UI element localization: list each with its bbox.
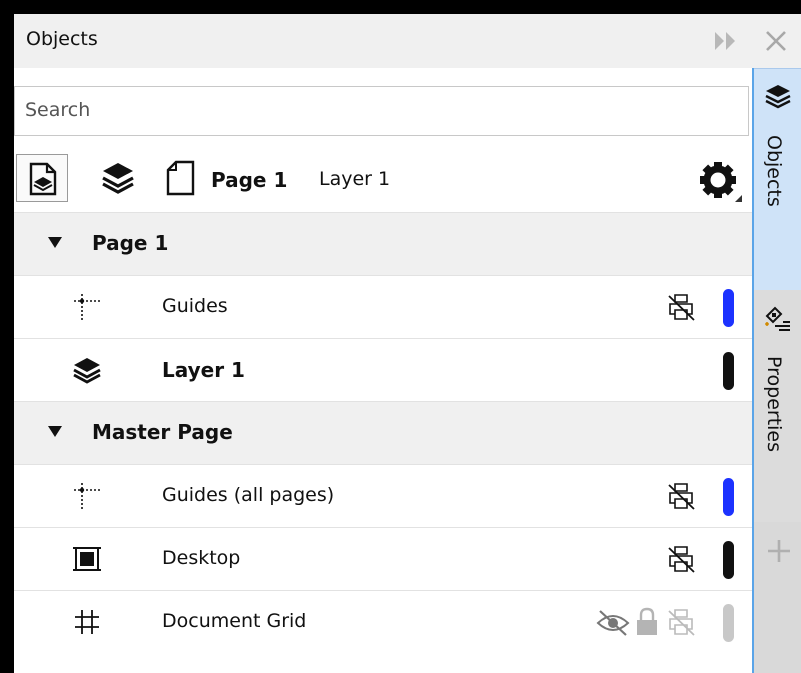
- tree-group-page-1[interactable]: Page 1: [14, 212, 752, 275]
- properties-icon: [765, 306, 790, 331]
- docker-tab-strip: Objects Properties: [752, 68, 801, 673]
- close-icon[interactable]: [761, 26, 791, 56]
- printer-disabled-icon[interactable]: [667, 292, 697, 322]
- page-layers-icon: [29, 162, 57, 196]
- layers-icon: [102, 163, 134, 194]
- search-placeholder: Search: [25, 99, 91, 121]
- grid-icon: [75, 610, 99, 634]
- lock-icon[interactable]: [635, 607, 659, 637]
- tree-group-master-page[interactable]: Master Page: [14, 401, 752, 464]
- current-layer-label: Layer 1: [319, 168, 391, 190]
- tree-item-guides[interactable]: Guides: [14, 275, 752, 338]
- current-page-label: Page 1: [211, 168, 288, 192]
- color-bar: [723, 289, 734, 327]
- eye-hidden-icon[interactable]: [596, 609, 630, 637]
- tab-properties[interactable]: Properties: [754, 290, 801, 522]
- tree-item-document-grid[interactable]: Document Grid: [14, 590, 752, 653]
- layers-view-button[interactable]: [94, 154, 142, 202]
- item-label: Layer 1: [162, 358, 245, 382]
- printer-disabled-icon[interactable]: [667, 607, 697, 637]
- gear-icon[interactable]: [697, 158, 743, 204]
- tab-objects-label: Objects: [763, 135, 785, 207]
- color-bar: [723, 352, 734, 390]
- tree-item-layer-1[interactable]: Layer 1: [14, 338, 752, 401]
- objects-docker: Objects Search Page 1 Layer 1 Page 1 Gui…: [14, 14, 801, 673]
- tree-item-desktop[interactable]: Desktop: [14, 527, 752, 590]
- current-page-view-button[interactable]: [16, 154, 68, 202]
- tab-objects[interactable]: Objects: [754, 68, 801, 290]
- group-label: Page 1: [92, 231, 169, 255]
- plus-icon[interactable]: [766, 538, 792, 564]
- group-label: Master Page: [92, 420, 233, 444]
- item-label: Desktop: [162, 547, 241, 569]
- desktop-icon: [73, 547, 101, 571]
- page-icon: [166, 160, 195, 196]
- color-bar: [723, 604, 734, 642]
- page-view-button[interactable]: [160, 154, 202, 202]
- layers-icon: [73, 358, 101, 384]
- search-input[interactable]: Search: [14, 86, 749, 136]
- docker-title: Objects: [26, 28, 98, 50]
- color-bar: [723, 541, 734, 579]
- collapse-triangle-icon[interactable]: [47, 423, 63, 439]
- item-label: Document Grid: [162, 610, 307, 632]
- item-label: Guides (all pages): [162, 484, 335, 506]
- docker-title-bar: Objects: [14, 14, 801, 68]
- expand-arrows-icon[interactable]: [712, 28, 740, 54]
- tree-item-guides-all-pages[interactable]: Guides (all pages): [14, 464, 752, 527]
- printer-disabled-icon[interactable]: [667, 544, 697, 574]
- tab-properties-label: Properties: [763, 356, 785, 453]
- color-bar: [723, 478, 734, 516]
- printer-disabled-icon[interactable]: [667, 481, 697, 511]
- guides-icon: [74, 483, 102, 511]
- objects-toolbar: Page 1 Layer 1: [14, 148, 752, 212]
- layers-icon: [765, 85, 791, 109]
- collapse-triangle-icon[interactable]: [47, 234, 63, 250]
- objects-main-area: Search Page 1 Layer 1 Page 1 Guides Laye…: [14, 68, 752, 673]
- item-label: Guides: [162, 295, 228, 317]
- guides-icon: [74, 294, 102, 322]
